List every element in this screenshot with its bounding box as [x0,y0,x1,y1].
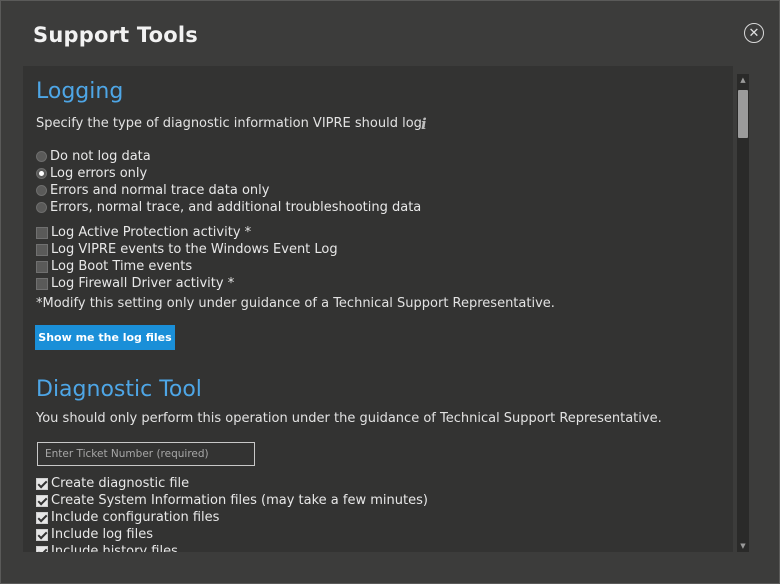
scrollbar-thumb[interactable] [738,90,748,138]
checkbox-checked[interactable] [36,511,48,524]
checkbox-history-files[interactable]: Include history files [36,543,178,552]
checkbox-checked[interactable] [36,477,48,490]
radio-errors-additional[interactable]: Errors, normal trace, and additional tro… [36,199,421,216]
ticket-number-input[interactable] [37,442,255,466]
radio-button-selected[interactable] [36,168,47,179]
modify-note: *Modify this setting only under guidance… [36,296,555,311]
close-icon[interactable]: ✕ [744,23,764,43]
checkbox-firewall-driver[interactable]: Log Firewall Driver activity * [36,275,234,292]
checkbox-label: Include configuration files [51,510,220,525]
checkbox-windows-event-log[interactable]: Log VIPRE events to the Windows Event Lo… [36,241,338,258]
radio-log-errors-only[interactable]: Log errors only [36,165,147,182]
checkbox[interactable] [36,226,48,239]
checkbox-label: Log Active Protection activity * [51,225,252,240]
radio-button[interactable] [36,185,47,196]
checkbox-boot-time[interactable]: Log Boot Time events [36,258,192,275]
checkbox-label: Log Boot Time events [51,259,193,274]
radio-button[interactable] [36,151,47,162]
diagnostic-heading: Diagnostic Tool [36,377,202,402]
checkbox-label: Create diagnostic file [51,476,190,491]
checkbox-label: Log VIPRE events to the Windows Event Lo… [51,242,338,257]
radio-label: Do not log data [50,149,151,164]
radio-errors-normal-trace[interactable]: Errors and normal trace data only [36,182,269,199]
radio-do-not-log[interactable]: Do not log data [36,148,151,165]
checkbox-log-files[interactable]: Include log files [36,526,153,543]
content-panel: Logging Specify the type of diagnostic i… [23,66,733,552]
checkbox-label: Include history files [51,544,178,552]
checkbox-config-files[interactable]: Include configuration files [36,509,219,526]
diagnostic-description: You should only perform this operation u… [36,411,662,426]
checkbox[interactable] [36,277,48,290]
checkbox-checked[interactable] [36,545,48,552]
checkbox-create-diagnostic[interactable]: Create diagnostic file [36,475,189,492]
radio-label: Errors and normal trace data only [50,183,270,198]
checkbox[interactable] [36,260,48,273]
vertical-scrollbar[interactable]: ▲ ▼ [737,74,749,552]
checkbox-checked[interactable] [36,494,48,507]
checkbox-label: Create System Information files (may tak… [51,493,428,508]
support-tools-window: Support Tools ✕ Logging Specify the type… [0,0,780,584]
checkbox[interactable] [36,243,48,256]
radio-label: Log errors only [50,166,148,181]
info-icon[interactable]: i [421,115,427,133]
show-log-files-button[interactable]: Show me the log files [35,325,175,350]
window-title: Support Tools [33,23,198,47]
checkbox-active-protection[interactable]: Log Active Protection activity * [36,224,251,241]
radio-button[interactable] [36,202,47,213]
checkbox-label: Include log files [51,527,153,542]
checkbox-system-info[interactable]: Create System Information files (may tak… [36,492,428,509]
scroll-up-icon[interactable]: ▲ [737,74,749,86]
checkbox-label: Log Firewall Driver activity * [51,276,235,291]
scroll-down-icon[interactable]: ▼ [737,540,749,552]
logging-description: Specify the type of diagnostic informati… [36,116,427,131]
logging-heading: Logging [36,79,124,104]
radio-label: Errors, normal trace, and additional tro… [50,200,422,215]
checkbox-checked[interactable] [36,528,48,541]
